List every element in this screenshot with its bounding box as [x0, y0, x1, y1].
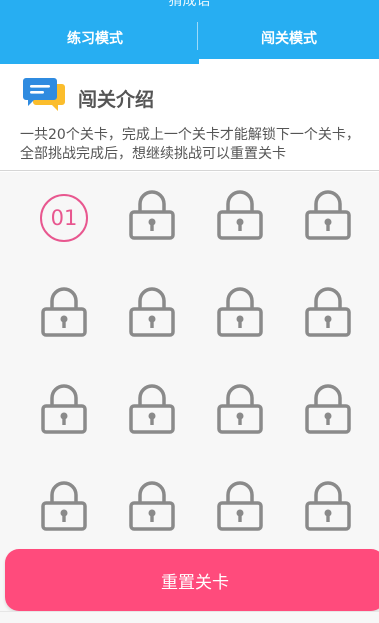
level-number-badge: 01	[40, 194, 88, 242]
level-grid: 01	[20, 190, 365, 577]
lock-icon	[217, 190, 263, 240]
level-11[interactable]	[196, 384, 284, 444]
app-title: 猜成语	[168, 0, 211, 9]
level-8[interactable]	[284, 287, 372, 347]
level-7[interactable]	[196, 287, 284, 347]
lock-icon	[41, 384, 87, 434]
lock-icon	[129, 384, 175, 434]
lock-icon	[217, 287, 263, 337]
intro-section: 闯关介绍 一共20个关卡，完成上一个关卡才能解锁下一个关卡，全部挑战完成后，想继…	[0, 64, 379, 172]
lock-icon	[305, 481, 351, 531]
lock-icon	[305, 190, 351, 240]
top-bar: 猜成语 练习模式 闯关模式	[0, 0, 379, 64]
tab-challenge-mode[interactable]: 闯关模式	[199, 18, 379, 58]
lock-icon	[305, 384, 351, 434]
level-15[interactable]	[196, 481, 284, 541]
level-4[interactable]	[284, 190, 372, 250]
lock-icon	[305, 287, 351, 337]
reset-levels-button[interactable]: 重置关卡	[5, 549, 379, 611]
level-3[interactable]	[196, 190, 284, 250]
level-2[interactable]	[108, 190, 196, 250]
tab-divider	[197, 22, 198, 50]
tab-practice-mode[interactable]: 练习模式	[0, 18, 190, 58]
level-6[interactable]	[108, 287, 196, 347]
lock-icon	[217, 384, 263, 434]
intro-title: 闯关介绍	[78, 89, 155, 111]
lock-icon	[41, 481, 87, 531]
level-9[interactable]	[20, 384, 108, 444]
level-13[interactable]	[20, 481, 108, 541]
lock-icon	[41, 287, 87, 337]
lock-icon	[129, 481, 175, 531]
level-10[interactable]	[108, 384, 196, 444]
level-5[interactable]	[20, 287, 108, 347]
level-16[interactable]	[284, 481, 372, 541]
chat-bubbles-icon	[23, 78, 65, 111]
bottom-strip	[0, 611, 379, 623]
level-12[interactable]	[284, 384, 372, 444]
level-14[interactable]	[108, 481, 196, 541]
level-1[interactable]: 01	[20, 190, 108, 250]
lock-icon	[129, 287, 175, 337]
intro-description: 一共20个关卡，完成上一个关卡才能解锁下一个关卡，全部挑战完成后，想继续挑战可以…	[20, 127, 360, 162]
lock-icon	[129, 190, 175, 240]
lock-icon	[217, 481, 263, 531]
section-divider	[0, 170, 379, 171]
